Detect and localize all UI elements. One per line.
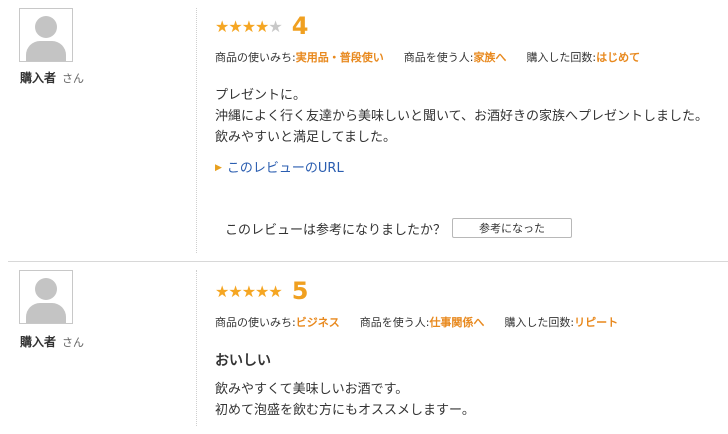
helpful-button[interactable]: 参考になった	[452, 218, 573, 238]
review-item: 購入者 さん ★★★★★ 4 商品の使いみち:実用品・普段使い 商品を使う人:家族…	[0, 0, 728, 261]
meta-label: 商品を使う人:	[359, 316, 430, 329]
rating: ★★★★★ 4	[215, 12, 308, 40]
stars-empty: ★	[268, 16, 282, 36]
avatar-head-shape	[35, 16, 57, 38]
reviewer-name: 購入者	[20, 335, 57, 349]
avatar	[19, 270, 73, 324]
review-body: プレゼントに。 沖縄によく行く友達から美味しいと聞いて、お酒好きの家族へプレゼン…	[215, 85, 708, 148]
meta-user: 商品を使う人:仕事関係へ	[360, 314, 485, 330]
review-url-label: このレビューのURL	[226, 161, 344, 176]
meta-value: はじめて	[596, 51, 641, 64]
triangle-right-icon: ▶	[215, 163, 222, 173]
review-meta: 商品の使いみち:実用品・普段使い 商品を使う人:家族へ 購入した回数:はじめて	[215, 49, 660, 65]
meta-value: ビジネス	[295, 316, 340, 329]
review-url-link[interactable]: ▶ このレビューのURL	[215, 157, 344, 176]
avatar-body-shape	[26, 303, 66, 323]
review-headline: おいしい	[215, 353, 271, 369]
star-rating-icon: ★★★★★	[215, 281, 283, 301]
reviewer-suffix: さん	[62, 336, 85, 349]
meta-purchase-count: 購入した回数:リピート	[504, 314, 618, 330]
review-meta: 商品の使いみち:ビジネス 商品を使う人:仕事関係へ 購入した回数:リピート	[215, 314, 638, 330]
meta-label: 購入した回数:	[526, 51, 597, 64]
review-body-line: 初めて泡盛を飲む方にもオススメしますー。	[215, 403, 475, 418]
review-body-line: 飲みやすくて美味しいお酒です。	[215, 382, 409, 397]
review-body: 飲みやすくて美味しいお酒です。 初めて泡盛を飲む方にもオススメしますー。	[215, 379, 475, 421]
reviewer-info: 購入者 さん	[20, 333, 84, 350]
meta-label: 購入した回数:	[504, 316, 575, 329]
rating: ★★★★★ 5	[215, 277, 308, 305]
rating-score: 4	[291, 12, 309, 40]
avatar-head-shape	[35, 278, 57, 300]
meta-label: 商品の使いみち:	[215, 51, 296, 64]
column-divider	[196, 270, 197, 426]
meta-user: 商品を使う人:家族へ	[404, 49, 507, 65]
stars-filled: ★★★★★	[215, 281, 283, 301]
helpful-question: このレビューは参考になりましたか？	[225, 222, 447, 238]
helpful-section: このレビューは参考になりましたか？ 参考になった	[225, 218, 573, 238]
star-rating-icon: ★★★★★	[215, 16, 283, 36]
review-body-line: プレゼントに。	[215, 88, 307, 103]
meta-value: 家族へ	[473, 51, 507, 64]
meta-value: 実用品・普段使い	[295, 51, 384, 64]
reviewer-info: 購入者 さん	[20, 69, 84, 86]
column-divider	[196, 8, 197, 253]
review-body-line: 飲みやすいと満足してました。	[215, 130, 396, 145]
rating-score: 5	[291, 277, 309, 305]
avatar	[19, 8, 73, 62]
meta-usage: 商品の使いみち:実用品・普段使い	[215, 49, 384, 65]
meta-usage: 商品の使いみち:ビジネス	[215, 314, 340, 330]
meta-value: リピート	[574, 316, 619, 329]
review-body-line: 沖縄によく行く友達から美味しいと聞いて、お酒好きの家族へプレゼントしました。	[215, 109, 708, 124]
stars-filled: ★★★★	[215, 16, 269, 36]
reviewer-name: 購入者	[20, 71, 57, 85]
meta-label: 商品を使う人:	[403, 51, 474, 64]
meta-purchase-count: 購入した回数:はじめて	[526, 49, 640, 65]
meta-label: 商品の使いみち:	[215, 316, 296, 329]
meta-value: 仕事関係へ	[429, 316, 485, 329]
review-item: 購入者 さん ★★★★★ 5 商品の使いみち:ビジネス 商品を使う人:仕事関係へ …	[0, 262, 728, 434]
reviewer-suffix: さん	[62, 72, 85, 85]
avatar-body-shape	[26, 41, 66, 61]
